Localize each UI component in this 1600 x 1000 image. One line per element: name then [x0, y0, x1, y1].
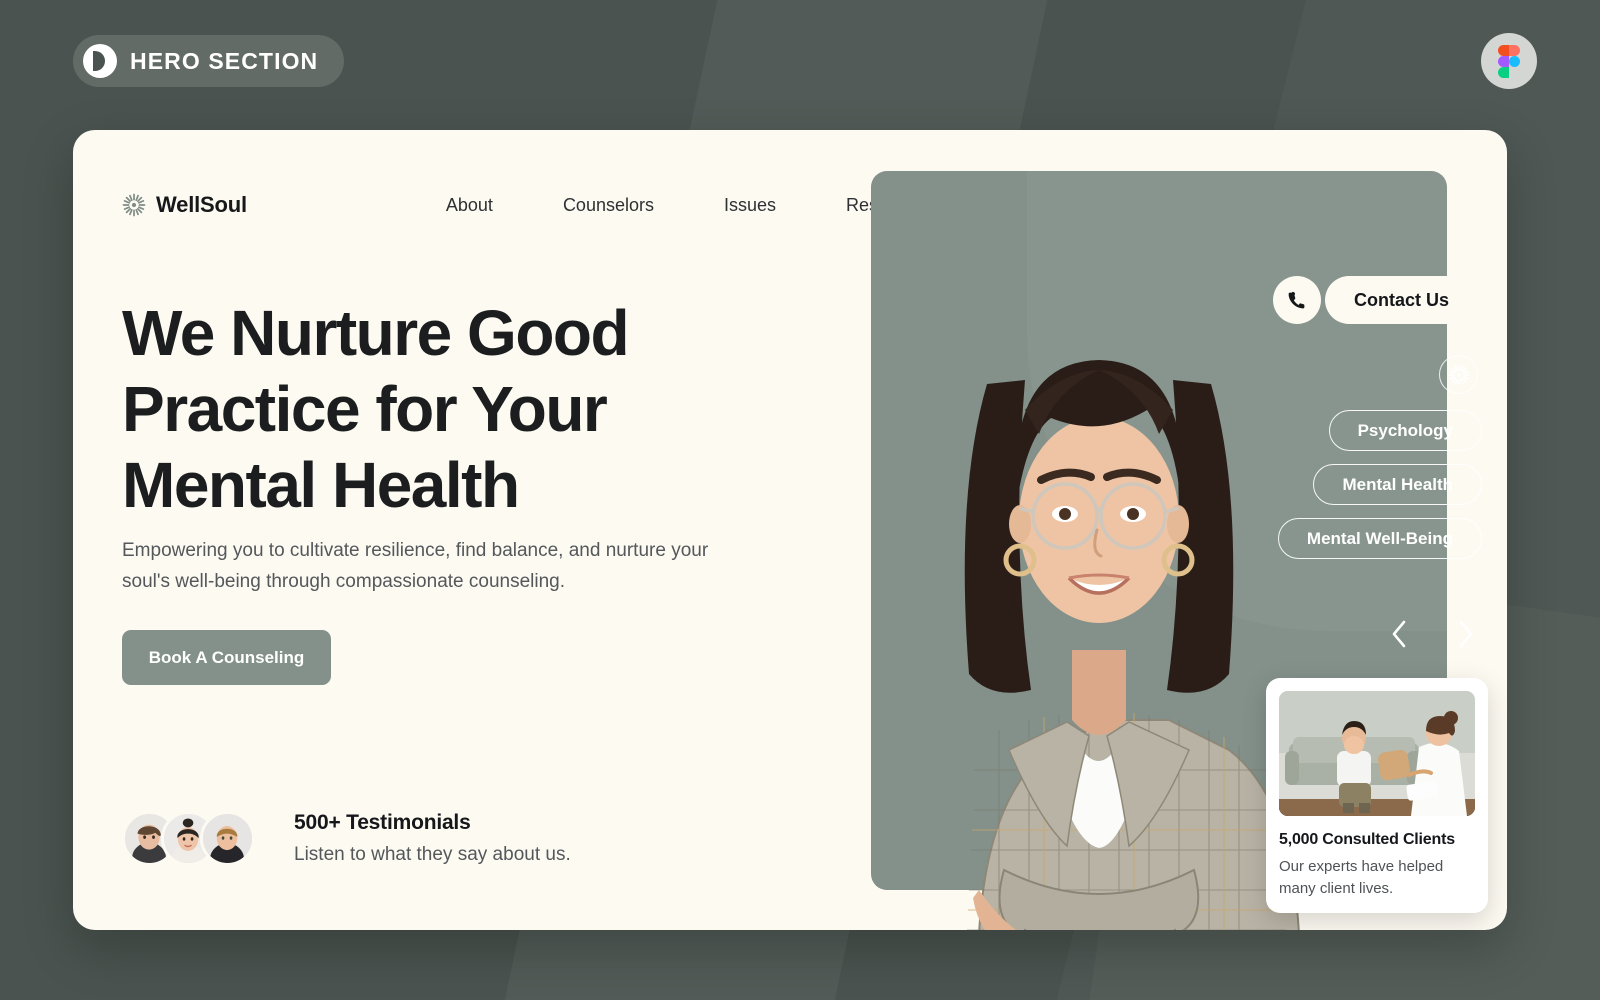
avatar	[200, 811, 255, 866]
brand-logo[interactable]: WellSoul	[122, 192, 247, 218]
book-counseling-button[interactable]: Book A Counseling	[122, 630, 331, 685]
nav-link-about[interactable]: About	[411, 195, 528, 216]
nav-link-issues[interactable]: Issues	[689, 195, 811, 216]
carousel-controls	[1389, 618, 1476, 650]
tag-mental-well-being[interactable]: Mental Well-Being	[1277, 518, 1482, 559]
phone-icon-button[interactable]	[1272, 276, 1321, 324]
hero-subtitle: Empowering you to cultivate resilience, …	[122, 540, 709, 592]
brand-name: WellSoul	[156, 192, 247, 217]
hero-card: WellSoul About Counselors Issues Resourc…	[73, 130, 1507, 930]
sunburst-icon	[1448, 364, 1469, 385]
carousel-next-button[interactable]	[1456, 618, 1476, 650]
site-navigation: WellSoul About Counselors Issues Resourc…	[122, 192, 967, 218]
testimonials-count: 500+ Testimonials	[294, 811, 471, 834]
p-logo-icon	[83, 44, 117, 78]
phone-icon	[1289, 291, 1305, 308]
figma-logo-badge[interactable]	[1481, 33, 1537, 89]
contact-us-group: Contact Us	[1272, 276, 1478, 324]
counseling-session-photo	[1279, 691, 1475, 816]
testimonials-text: 500+ Testimonials Listen to what they sa…	[294, 811, 571, 866]
stats-card-description: Our experts have helped many client live…	[1279, 858, 1444, 897]
nav-link-counselors[interactable]: Counselors	[528, 195, 689, 216]
chevron-left-icon	[1392, 620, 1406, 648]
carousel-prev-button[interactable]	[1389, 618, 1409, 650]
sunburst-badge[interactable]	[1439, 355, 1478, 394]
avatar-group	[122, 811, 255, 866]
stats-card-title: 5,000 Consulted Clients	[1279, 831, 1455, 848]
contact-us-button[interactable]: Contact Us	[1324, 276, 1478, 324]
hero-section-badge-label: HERO SECTION	[130, 47, 319, 74]
tag-psychology[interactable]: Psychology	[1328, 410, 1482, 451]
stats-card[interactable]: 5,000 Consulted Clients Our experts have…	[1266, 678, 1488, 913]
testimonials-subtitle: Listen to what they say about us.	[294, 844, 571, 865]
tag-mental-health[interactable]: Mental Health	[1313, 464, 1482, 505]
page-title: We Nurture Good Practice for Your Mental…	[122, 297, 630, 521]
sunburst-icon	[122, 193, 146, 217]
chevron-right-icon	[1459, 620, 1473, 648]
category-tags: Psychology Mental Health Mental Well-Bei…	[1277, 410, 1482, 559]
figma-logo-icon	[1498, 45, 1520, 78]
testimonials-block: 500+ Testimonials Listen to what they sa…	[122, 811, 571, 866]
hero-section-badge: HERO SECTION	[73, 35, 345, 87]
